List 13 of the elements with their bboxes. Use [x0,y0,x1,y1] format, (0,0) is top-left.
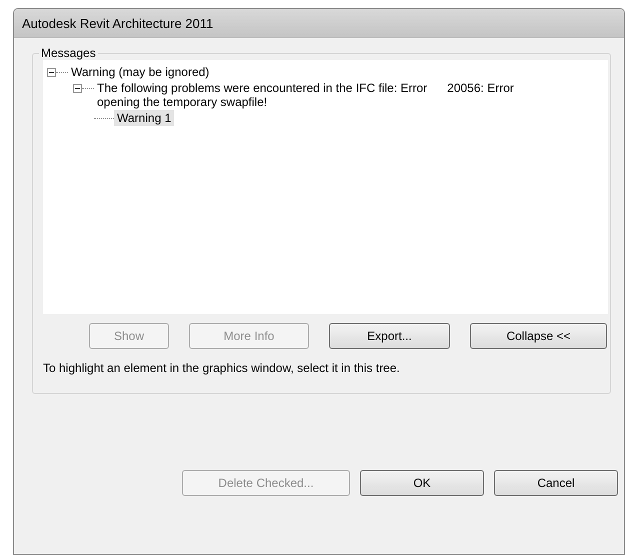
tree-item[interactable]: The following problems were encountered in the IFC file: Error 20056: Error opening the temporary swapfile! [94,80,550,110]
hint-text: To highlight an element in the graphics window, select it in this tree. [43,361,401,375]
group-title: Messages [40,46,97,60]
tree-item[interactable]: Warning (may be ignored) [68,64,212,80]
tree-item[interactable]: Warning 1 [114,110,174,126]
collapse-icon[interactable] [47,68,56,77]
collapse-icon[interactable] [73,84,82,93]
dialog-button[interactable]: Export... [329,323,450,349]
dialog-button[interactable]: Cancel [494,470,618,496]
message-tree[interactable]: Warning (may be ignored) The following problems were encountered in the IFC file: Error 20056: Error opening the temporary swapfile! Warning 1 [43,60,608,314]
dialog-button[interactable]: OK [360,470,484,496]
dialog-button[interactable]: Collapse << [470,323,607,349]
window-title: Autodesk Revit Architecture 2011 [22,16,214,30]
